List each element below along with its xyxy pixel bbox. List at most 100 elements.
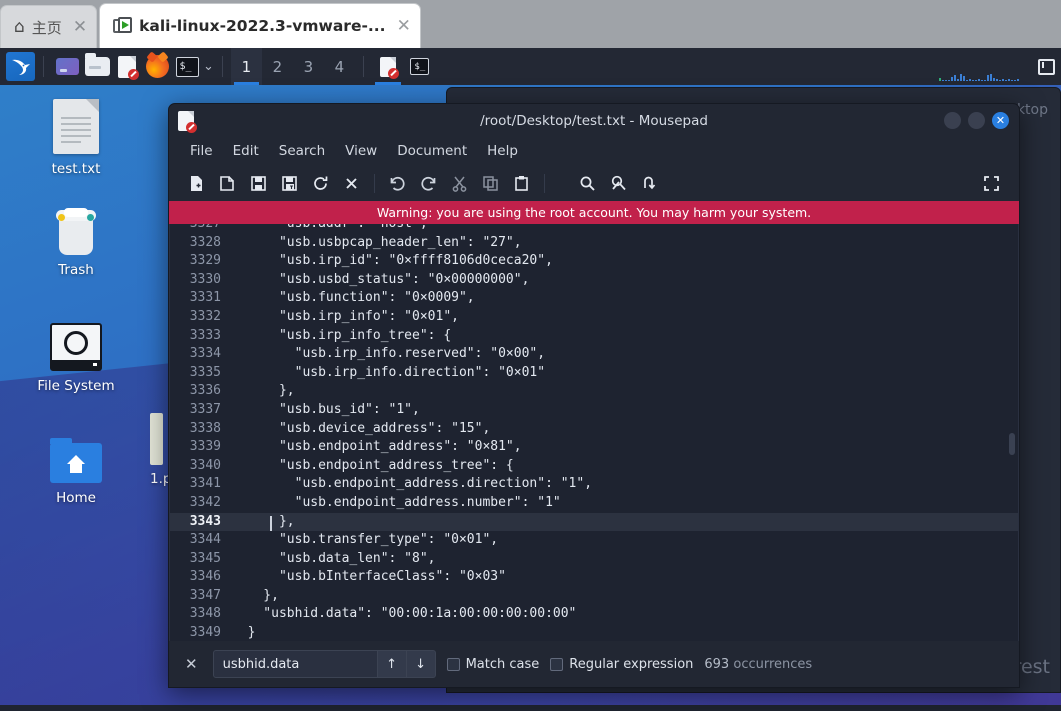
editor-row[interactable]: 3332 "usb.irp_info": "0×01", [170, 308, 1018, 327]
editor-lines: 3327 "usb.addr": "host", 3328 "usb.usbpc… [170, 224, 1018, 641]
search-input[interactable]: usbhid.data [213, 650, 378, 678]
editor-row-current[interactable]: 3343 }, [170, 513, 1018, 532]
editor-row[interactable]: 3333 "usb.irp_info_tree": { [170, 327, 1018, 346]
network-graph [939, 72, 1019, 81]
editor-row[interactable]: 3335 "usb.irp_info.direction": "0×01" [170, 364, 1018, 383]
minimize-button[interactable] [944, 112, 961, 129]
maximize-button[interactable] [968, 112, 985, 129]
checkbox-box[interactable] [447, 658, 460, 671]
match-case-checkbox[interactable]: Match case [447, 657, 540, 672]
desktop-icon-home[interactable]: Home [20, 443, 132, 506]
vmware-tab-kali[interactable]: kali-linux-2022.3-vmware-... ✕ [99, 3, 421, 48]
line-text: "usb.endpoint_address": "0×81", [232, 438, 522, 457]
menu-document[interactable]: Document [387, 141, 477, 161]
window-controls: ✕ [944, 112, 1009, 129]
taskbar-window-terminal[interactable]: $_ [404, 48, 436, 85]
usb-drive-icon [150, 413, 163, 465]
titlebar[interactable]: /root/Desktop/test.txt - Mousepad ✕ [169, 104, 1019, 137]
editor-row[interactable]: 3346 "usb.bInterfaceClass": "0×03" [170, 568, 1018, 587]
workspace-4[interactable]: 4 [324, 48, 355, 85]
checkbox-box[interactable] [550, 658, 563, 671]
editor-row[interactable]: 3338 "usb.device_address": "15", [170, 420, 1018, 439]
scrollbar-thumb[interactable] [1009, 433, 1015, 455]
line-text: "usb.data_len": "8", [232, 550, 436, 569]
line-number: 3349 [170, 624, 232, 641]
close-button[interactable]: ✕ [992, 112, 1009, 129]
panel-separator [43, 56, 44, 77]
menu-help[interactable]: Help [477, 141, 528, 161]
save-icon[interactable] [243, 168, 274, 198]
network-icon[interactable] [1038, 59, 1055, 75]
close-icon[interactable]: ✕ [73, 17, 87, 37]
line-number: 3331 [170, 289, 232, 308]
terminal-icon[interactable]: $_ [172, 52, 202, 82]
line-text: "usb.endpoint_address.number": "1" [232, 494, 561, 513]
editor-row[interactable]: 3337 "usb.bus_id": "1", [170, 401, 1018, 420]
line-number: 3346 [170, 568, 232, 587]
files-icon[interactable] [52, 52, 82, 82]
regular-expression-checkbox[interactable]: Regular expression [550, 657, 693, 672]
find-next-button[interactable]: ↓ [407, 650, 436, 678]
editor-row[interactable]: 3334 "usb.irp_info.reserved": "0×00", [170, 345, 1018, 364]
editor-row[interactable]: 3348 "usbhid.data": "00:00:1a:00:00:00:0… [170, 605, 1018, 624]
new-document-icon[interactable] [181, 168, 212, 198]
file-manager-icon[interactable] [82, 52, 112, 82]
editor-scrollbar[interactable] [1006, 225, 1017, 640]
editor-row[interactable]: 3336 }, [170, 382, 1018, 401]
workspace-1[interactable]: 1 [231, 48, 262, 85]
desktop-icon-trash[interactable]: Trash [20, 207, 132, 278]
desktop-icon-label: Trash [20, 262, 132, 278]
close-find-bar-icon[interactable]: ✕ [181, 655, 202, 673]
editor-row[interactable]: 3339 "usb.endpoint_address": "0×81", [170, 438, 1018, 457]
editor-row[interactable]: 3349 } [170, 624, 1018, 641]
editor-row[interactable]: 3340 "usb.endpoint_address_tree": { [170, 457, 1018, 476]
save-as-icon[interactable] [274, 168, 305, 198]
vmware-tab-kali-label: kali-linux-2022.3-vmware-... [139, 17, 386, 35]
menu-search[interactable]: Search [269, 141, 335, 161]
editor-row[interactable]: 3331 "usb.function": "0×0009", [170, 289, 1018, 308]
editor-row[interactable]: 3347 }, [170, 587, 1018, 606]
paste-icon[interactable] [506, 168, 537, 198]
kali-menu-button[interactable] [6, 52, 35, 81]
root-warning-banner: Warning: you are using the root account.… [169, 201, 1019, 224]
reload-icon[interactable] [305, 168, 336, 198]
panel-separator [363, 56, 364, 77]
find-replace-icon[interactable] [603, 168, 634, 198]
text-editor-area[interactable]: 3327 "usb.addr": "host", 3328 "usb.usbpc… [169, 224, 1019, 641]
line-text: }, [232, 513, 295, 532]
copy-icon[interactable] [475, 168, 506, 198]
find-controls: usbhid.data ↑ ↓ [213, 650, 436, 678]
editor-row[interactable]: 3345 "usb.data_len": "8", [170, 550, 1018, 569]
undo-icon[interactable] [382, 168, 413, 198]
desktop-icon-test-txt[interactable]: test.txt [20, 99, 132, 177]
goto-line-icon[interactable] [634, 168, 665, 198]
firefox-icon[interactable] [142, 52, 172, 82]
chevron-down-icon[interactable]: ⌄ [203, 59, 214, 74]
text-editor-icon[interactable] [112, 52, 142, 82]
editor-row[interactable]: 3328 "usb.usbpcap_header_len": "27", [170, 234, 1018, 253]
menu-edit[interactable]: Edit [223, 141, 269, 161]
taskbar-window-mousepad[interactable] [372, 48, 404, 85]
desktop-icon-file-system[interactable]: File System [20, 323, 132, 394]
cut-icon[interactable] [444, 168, 475, 198]
workspace-2[interactable]: 2 [262, 48, 293, 85]
workspace-3[interactable]: 3 [293, 48, 324, 85]
menu-view[interactable]: View [335, 141, 387, 161]
editor-row[interactable]: 3341 "usb.endpoint_address.direction": "… [170, 475, 1018, 494]
editor-row[interactable]: 3330 "usb.usbd_status": "0×00000000", [170, 271, 1018, 290]
find-icon[interactable] [572, 168, 603, 198]
redo-icon[interactable] [413, 168, 444, 198]
system-tray [1038, 59, 1055, 75]
vmware-tab-home[interactable]: ⌂ 主页 ✕ [0, 5, 97, 48]
fullscreen-icon[interactable] [976, 168, 1007, 198]
editor-row[interactable]: 3329 "usb.irp_id": "0×ffff8106d0ceca20", [170, 252, 1018, 271]
close-icon[interactable]: ✕ [397, 16, 411, 36]
find-previous-button[interactable]: ↑ [378, 650, 407, 678]
editor-row[interactable]: 3344 "usb.transfer_type": "0×01", [170, 531, 1018, 550]
open-file-icon[interactable] [212, 168, 243, 198]
menu-file[interactable]: File [180, 141, 223, 161]
line-number: 3345 [170, 550, 232, 569]
editor-row[interactable]: 3342 "usb.endpoint_address.number": "1" [170, 494, 1018, 513]
editor-row[interactable]: 3327 "usb.addr": "host", [170, 224, 1018, 234]
close-document-icon[interactable] [336, 168, 367, 198]
